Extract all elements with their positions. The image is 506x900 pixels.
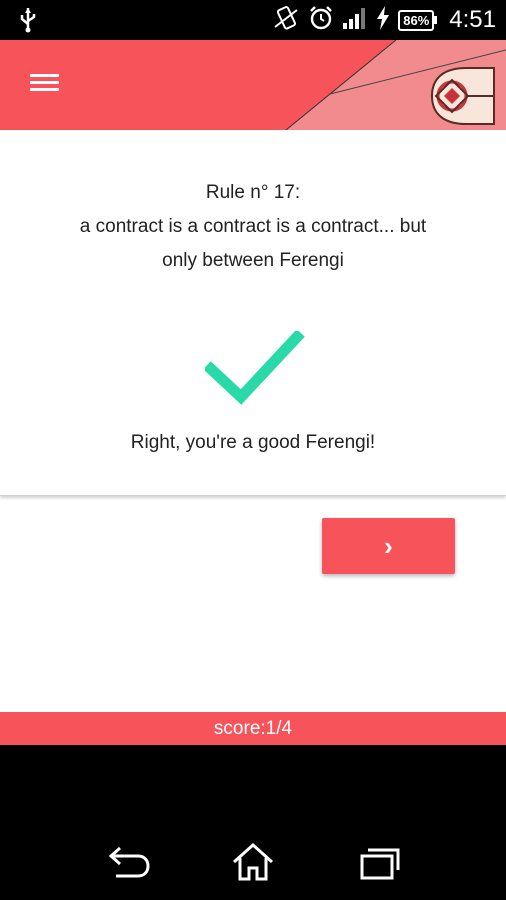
signal-icon [342, 7, 368, 34]
rule-line-2: only between Ferengi [162, 250, 344, 271]
score-label: score:1/4 [213, 718, 293, 739]
clock: 4:51 [449, 6, 496, 33]
main-content: Rule n° 17: a contract is a contract is … [0, 130, 506, 712]
rule-title: Rule n° 17: [205, 182, 301, 203]
battery-percent: 86% [398, 9, 435, 31]
recent-apps-icon[interactable] [355, 842, 405, 882]
usb-icon [18, 7, 38, 38]
rule-line-1: a contract is a contract is a contract..… [79, 216, 427, 237]
hamburger-menu-icon[interactable] [30, 70, 66, 100]
charging-icon [376, 5, 390, 35]
next-button[interactable]: › [322, 518, 455, 574]
back-icon[interactable] [104, 842, 154, 882]
result-card: Rule n° 17: a contract is a contract is … [0, 130, 506, 496]
checkmark-icon [205, 331, 305, 405]
vibrate-icon [272, 5, 300, 36]
score-bar: score:1/4 [0, 712, 506, 745]
navigation-bar [0, 820, 506, 900]
battery-icon: 86% [398, 9, 438, 31]
result-message: Right, you're a good Ferengi! [130, 432, 376, 453]
app-bar [0, 40, 506, 130]
home-icon[interactable] [228, 842, 278, 882]
alarm-icon [308, 5, 334, 36]
status-bar: 86% 4:51 [0, 0, 506, 40]
rule-text: Rule n° 17: a contract is a contract is … [40, 176, 466, 278]
ferengi-logo-icon [430, 67, 495, 125]
